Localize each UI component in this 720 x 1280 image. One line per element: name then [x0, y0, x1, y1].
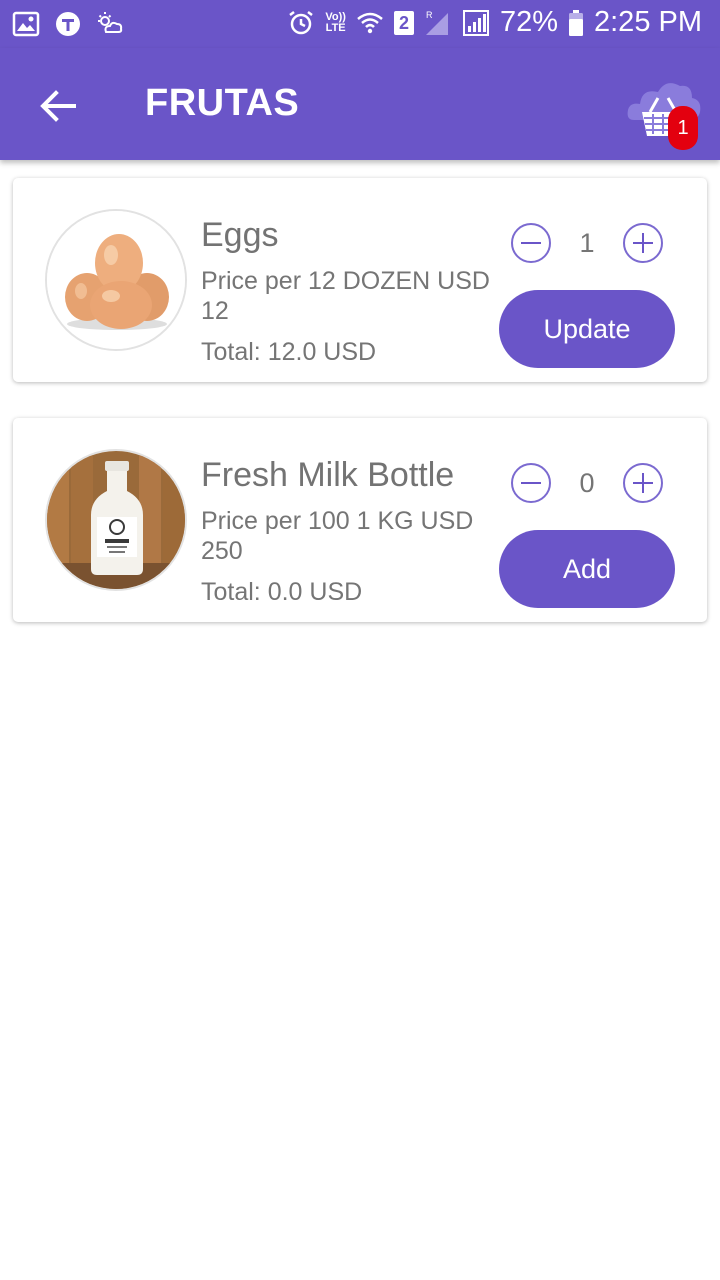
gallery-icon	[12, 11, 40, 37]
alarm-icon	[289, 10, 314, 34]
svg-text:R: R	[426, 10, 433, 20]
signal-icon: R	[425, 10, 448, 35]
eggs-image	[45, 209, 187, 351]
product-price: Price per 100 1 KG USD 250	[201, 507, 474, 565]
product-name: Eggs	[201, 216, 279, 254]
wifi-icon	[357, 12, 383, 33]
decrement-button[interactable]	[511, 223, 551, 263]
app-bar: FRUTAS 1	[0, 48, 720, 160]
battery-percent: 72%	[499, 6, 558, 38]
clock: 2:25 PM	[594, 6, 702, 38]
product-card-milk: Fresh Milk Bottle Price per 100 1 KG USD…	[13, 418, 707, 622]
page-title: FRUTAS	[145, 82, 300, 124]
product-price: Price per 12 DOZEN USD 12	[201, 267, 490, 325]
signal-bars-icon	[462, 9, 489, 36]
increment-button[interactable]	[623, 223, 663, 263]
increment-button[interactable]	[623, 463, 663, 503]
quantity-value: 1	[579, 228, 595, 258]
product-total: Total: 12.0 USD	[201, 338, 377, 366]
quantity-value: 0	[579, 468, 595, 498]
volte-icon: Vo)) LTE	[325, 10, 346, 34]
decrement-button[interactable]	[511, 463, 551, 503]
battery-icon	[569, 9, 583, 36]
product-name: Fresh Milk Bottle	[201, 456, 455, 494]
update-button[interactable]: Update	[499, 290, 675, 368]
status-bar: Vo)) LTE 2 R 72% 2:25 PM	[0, 0, 720, 48]
minus-icon	[521, 482, 541, 484]
weather-icon	[98, 12, 123, 33]
add-button[interactable]: Add	[499, 530, 675, 608]
milk-bottle-image	[45, 449, 187, 591]
minus-icon	[521, 242, 541, 244]
t-app-icon	[56, 12, 80, 36]
product-card-eggs: Eggs Price per 12 DOZEN USD 12 Total: 12…	[13, 178, 707, 382]
product-total: Total: 0.0 USD	[201, 578, 363, 606]
back-arrow-icon[interactable]	[34, 82, 82, 130]
sim-slot-badge: 2	[393, 10, 414, 35]
cart-badge: 1	[668, 106, 698, 150]
